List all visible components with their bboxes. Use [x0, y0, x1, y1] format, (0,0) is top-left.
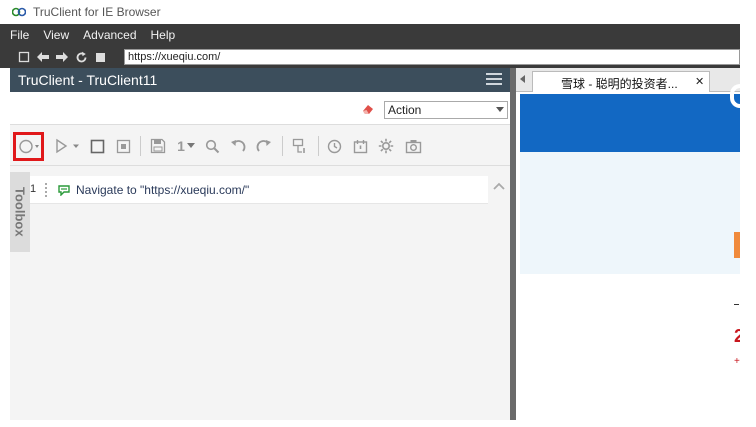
new-window-icon[interactable] — [16, 49, 32, 65]
menu-advanced[interactable]: Advanced — [83, 28, 136, 42]
toolbox-label: Toolbox — [12, 187, 28, 237]
refresh-icon[interactable] — [73, 49, 89, 65]
page-header-banner — [520, 94, 740, 152]
url-input[interactable]: https://xueqiu.com/ — [124, 49, 740, 65]
close-icon[interactable]: ✕ — [695, 75, 704, 88]
browser-tab[interactable]: 雪球 - 聪明的投资者... ✕ — [532, 71, 710, 92]
menu-help[interactable]: Help — [151, 28, 176, 42]
menu-view[interactable]: View — [43, 28, 69, 42]
hamburger-menu-icon[interactable] — [486, 73, 502, 87]
drag-handle-icon[interactable] — [45, 183, 51, 197]
menu-bar: File View Advanced Help — [0, 24, 740, 46]
window-title: TruClient for IE Browser — [33, 5, 161, 19]
action-dropdown-value: Action — [388, 103, 422, 117]
record-icon — [19, 139, 39, 154]
action-dropdown[interactable]: Action — [384, 101, 508, 119]
undo-button[interactable] — [229, 136, 247, 156]
menu-file[interactable]: File — [10, 28, 29, 42]
stop-button[interactable] — [88, 136, 106, 156]
page-text-fragment — [734, 304, 739, 305]
step-number: 1 — [30, 183, 37, 195]
snapshot-button[interactable] — [403, 136, 423, 156]
undo-icon — [231, 140, 246, 152]
replay-count-value: 1 — [177, 138, 185, 154]
action-row: Action — [10, 92, 510, 125]
step-row[interactable]: 1 Navigate to "https://xueqiu.com/" — [30, 176, 488, 204]
forward-icon[interactable] — [54, 49, 70, 65]
transaction-button[interactable] — [351, 136, 369, 156]
save-button[interactable] — [148, 136, 168, 156]
find-button[interactable] — [203, 136, 221, 156]
step-description: Navigate to "https://xueqiu.com/" — [76, 183, 250, 197]
stop-square-icon — [90, 139, 104, 153]
title-bar: TruClient for IE Browser — [0, 0, 756, 24]
square-dot-icon — [116, 139, 130, 153]
toolbar-separator — [318, 136, 319, 156]
page-hero-area — [520, 152, 740, 274]
replay-button[interactable] — [54, 136, 84, 156]
clock-icon — [327, 139, 341, 153]
chevron-up-icon[interactable] — [493, 181, 505, 191]
replay-count-dropdown[interactable]: 1 — [174, 136, 198, 156]
truclient-panel: TruClient - TruClient11 Action 1 Toolbox… — [10, 68, 510, 420]
gear-icon — [378, 138, 394, 154]
step-flow-icon — [292, 138, 305, 153]
toolbar-separator — [140, 136, 141, 156]
settings-button[interactable] — [377, 136, 395, 156]
chevron-down-icon — [186, 143, 195, 148]
play-icon — [56, 138, 79, 154]
back-icon[interactable] — [35, 49, 51, 65]
window-edge — [740, 24, 756, 427]
tab-strip: 雪球 - 聪明的投资者... ✕ — [516, 68, 740, 92]
record-snapshot-button[interactable] — [114, 136, 132, 156]
toolbar-separator — [282, 136, 283, 156]
panel-header: TruClient - TruClient11 — [10, 68, 510, 92]
calendar-icon — [353, 139, 367, 153]
toolbar: 1 — [10, 126, 510, 166]
redo-icon — [256, 140, 271, 152]
browser-panel: 雪球 - 聪明的投资者... ✕ 2 + — [516, 68, 744, 420]
chevron-down-icon — [496, 107, 504, 112]
tab-scroll-left-icon[interactable] — [520, 75, 525, 83]
address-bar: https://xueqiu.com/ — [0, 46, 740, 68]
panel-title: TruClient - TruClient11 — [18, 72, 158, 88]
timer-button[interactable] — [325, 136, 343, 156]
breakpoint-button[interactable] — [290, 136, 310, 156]
save-icon — [150, 138, 166, 154]
page-change-sign: + — [734, 356, 740, 367]
navigate-step-icon — [58, 185, 70, 196]
camera-icon — [405, 139, 421, 153]
search-icon — [205, 139, 219, 153]
browser-tab-title: 雪球 - 聪明的投资者... — [561, 77, 678, 91]
stop-icon[interactable] — [92, 49, 108, 65]
site-logo-icon — [730, 84, 740, 108]
eraser-icon[interactable] — [361, 103, 375, 115]
record-button[interactable] — [13, 132, 44, 161]
toolbox-tab[interactable]: Toolbox — [10, 172, 30, 252]
redo-button[interactable] — [255, 136, 273, 156]
app-logo-icon — [12, 7, 26, 17]
